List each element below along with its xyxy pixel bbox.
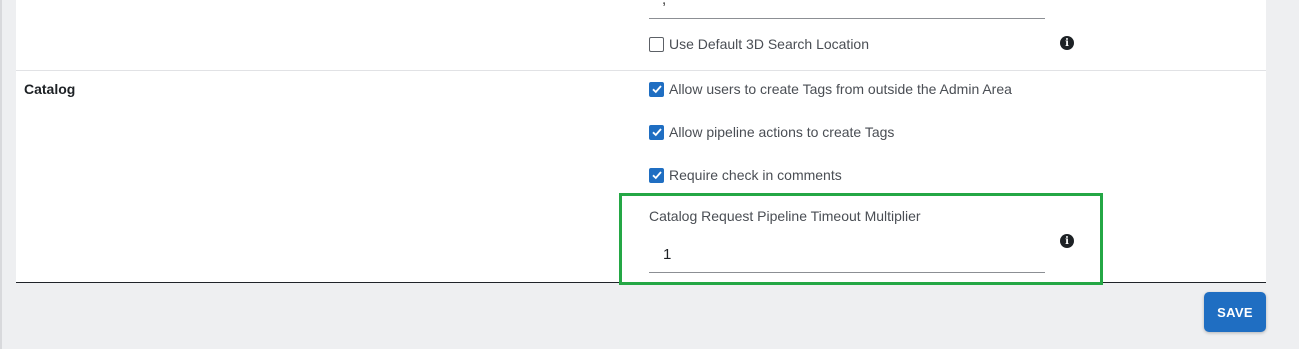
previous-field-value: , xyxy=(662,0,666,8)
highlight-box xyxy=(619,193,1103,285)
require-check-in-comments-checkbox[interactable]: Require check in comments xyxy=(649,167,842,183)
checkbox-checked-icon[interactable] xyxy=(649,167,664,183)
checkbox-checked-icon[interactable] xyxy=(649,81,664,97)
row-divider xyxy=(16,70,1266,71)
checkbox-label: Require check in comments xyxy=(669,167,842,183)
settings-page: , Use Default 3D Search Location i Catal… xyxy=(0,0,1299,349)
allow-pipeline-actions-create-tags-checkbox[interactable]: Allow pipeline actions to create Tags xyxy=(649,124,894,140)
checkbox-unchecked-icon[interactable] xyxy=(649,36,664,52)
save-button[interactable]: SAVE xyxy=(1204,292,1266,332)
window-edge xyxy=(0,0,2,349)
checkbox-label: Use Default 3D Search Location xyxy=(669,36,869,52)
allow-users-create-tags-checkbox[interactable]: Allow users to create Tags from outside … xyxy=(649,81,1012,97)
catalog-section-label: Catalog xyxy=(24,81,76,97)
previous-input-underline xyxy=(649,18,1045,19)
checkbox-label: Allow users to create Tags from outside … xyxy=(669,81,1012,97)
info-icon[interactable]: i xyxy=(1060,36,1074,50)
checkbox-label: Allow pipeline actions to create Tags xyxy=(669,124,895,140)
use-default-3d-search-location-checkbox[interactable]: Use Default 3D Search Location xyxy=(649,36,869,52)
checkbox-checked-icon[interactable] xyxy=(649,124,664,140)
